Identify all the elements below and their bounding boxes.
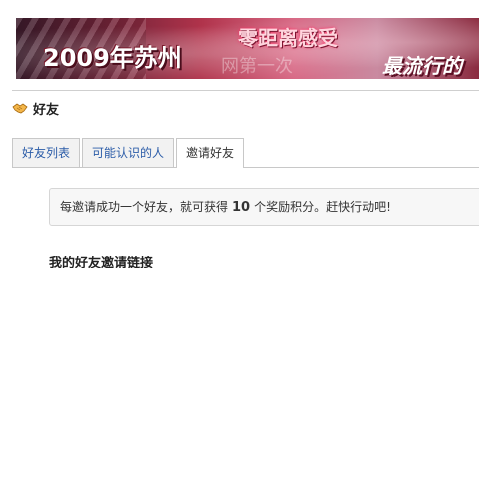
banner-right-text: 最流行的 <box>382 54 462 78</box>
header-divider <box>12 90 479 91</box>
banner-year-text: 2009年苏州 <box>43 44 182 72</box>
tab-people-you-may-know[interactable]: 可能认识的人 <box>82 138 174 167</box>
invite-link-heading: 我的好友邀请链接 <box>49 256 154 268</box>
handshake-icon <box>12 103 28 114</box>
banner-ghost-text: 网第一次 <box>221 56 293 77</box>
page-title-text: 好友 <box>33 102 60 118</box>
banner-top-text: 零距离感受 <box>238 26 338 50</box>
notice-points: 10 <box>232 200 251 215</box>
promo-banner[interactable]: 零距离感受 网第一次 2009年苏州 最流行的 <box>16 18 479 79</box>
tab-invite-friends[interactable]: 邀请好友 <box>176 138 244 168</box>
invite-link-section: 我的好友邀请链接 <box>49 256 349 268</box>
page-title: 好友 <box>12 100 60 118</box>
notice-suffix: 个奖励积分。赶快行动吧! <box>254 200 391 214</box>
invite-reward-notice: 每邀请成功一个好友，就可获得 10 个奖励积分。赶快行动吧! <box>49 188 479 226</box>
tabs-baseline <box>12 167 479 168</box>
notice-prefix: 每邀请成功一个好友，就可获得 <box>60 200 229 214</box>
tab-friend-list[interactable]: 好友列表 <box>12 138 80 167</box>
friends-tabs: 好友列表 可能认识的人 邀请好友 <box>12 138 479 168</box>
